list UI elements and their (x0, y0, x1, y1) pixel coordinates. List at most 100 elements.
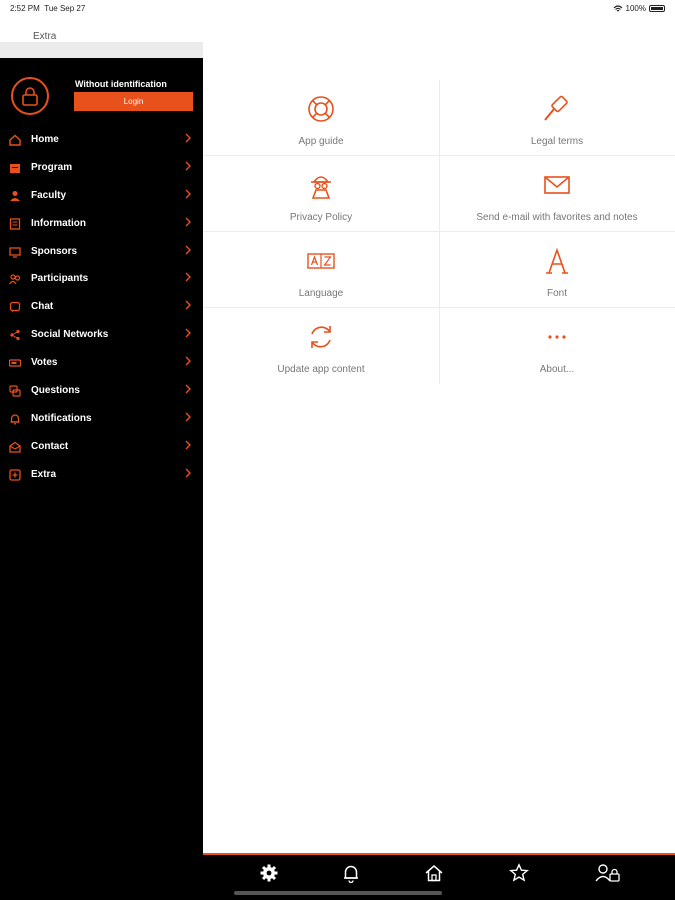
tile-label: Privacy Policy (289, 212, 353, 223)
privacy-icon (311, 176, 331, 199)
info-icon (9, 218, 21, 230)
chevron-right-icon (185, 328, 191, 338)
ellipsis-icon (548, 335, 566, 339)
header-band (0, 42, 203, 58)
sidebar-item-label: Faculty (31, 189, 67, 201)
sidebar-item-label: Program (31, 161, 73, 173)
sidebar-item-notifications[interactable]: Notifications (0, 405, 203, 433)
language-icon (307, 253, 335, 269)
sidebar-item-label: Notifications (31, 412, 92, 424)
gear-icon[interactable] (259, 863, 279, 883)
bell-icon (10, 414, 20, 425)
profile-name: Without identification (75, 79, 167, 89)
tile-label: About... (539, 364, 575, 375)
participants-icon (9, 274, 21, 285)
sidebar-item-label: Social Networks (31, 329, 109, 341)
refresh-icon (311, 326, 331, 348)
chevron-right-icon (185, 412, 191, 422)
sidebar-item-label: Votes (31, 357, 58, 369)
legal-terms-tile[interactable]: Legal terms (439, 80, 675, 156)
font-icon (546, 247, 568, 274)
chevron-right-icon (185, 245, 191, 255)
chevron-right-icon (185, 384, 191, 394)
sidebar-item-social-networks[interactable]: Social Networks (0, 321, 203, 349)
sidebar-item-label: Contact (31, 440, 69, 452)
tile-label: Send e-mail with favorites and notes (476, 212, 638, 223)
sidebar-item-label: Participants (31, 273, 89, 285)
chevron-right-icon (185, 468, 191, 478)
status-bar: 2:52 PM Tue Sep 27 100% (0, 0, 675, 18)
sidebar-item-faculty[interactable]: Faculty (0, 182, 203, 210)
battery-icon (649, 5, 665, 12)
home-indicator[interactable] (234, 891, 442, 895)
tile-label: Legal terms (530, 136, 584, 147)
battery-percent: 100% (625, 4, 646, 13)
tile-label: Language (298, 288, 344, 299)
about-tile[interactable]: About... (439, 308, 675, 384)
app-root: 2:52 PM Tue Sep 27 100% Extra Without id… (0, 0, 675, 900)
chevron-right-icon (185, 189, 191, 199)
person-icon (10, 190, 20, 201)
sidebar-item-label: Extra (31, 468, 57, 480)
questions-icon (9, 385, 21, 397)
chevron-right-icon (185, 133, 191, 143)
home-icon[interactable] (424, 863, 444, 883)
bell-icon[interactable] (341, 863, 361, 883)
sidebar-item-information[interactable]: Information (0, 210, 203, 238)
privacy-policy-tile[interactable]: Privacy Policy (203, 156, 439, 232)
gavel-icon (544, 95, 568, 121)
status-date: Tue Sep 27 (44, 4, 86, 13)
tile-label: Font (546, 288, 567, 299)
profile-section: Without identification Login (0, 58, 203, 124)
sidebar-menu: Home Program Faculty Information Sponsor (0, 126, 203, 489)
update-content-tile[interactable]: Update app content (203, 308, 439, 384)
language-tile[interactable]: Language (203, 232, 439, 308)
chevron-right-icon (185, 217, 191, 227)
sidebar-item-extra[interactable]: Extra (0, 461, 203, 489)
sidebar-item-label: Information (31, 217, 86, 229)
sidebar-item-participants[interactable]: Participants (0, 265, 203, 293)
chat-icon (9, 302, 21, 313)
status-clock: 2:52 PM (10, 4, 40, 13)
star-icon[interactable] (509, 863, 529, 883)
send-email-tile[interactable]: Send e-mail with favorites and notes (439, 156, 675, 232)
status-indicators: 100% (613, 4, 665, 13)
font-tile[interactable]: Font (439, 232, 675, 308)
chevron-right-icon (185, 300, 191, 310)
page-title: Extra (33, 31, 57, 42)
envelope-icon (544, 176, 570, 194)
chevron-right-icon (185, 161, 191, 171)
sidebar: Without identification Login Home Progra… (0, 58, 203, 900)
votes-icon (9, 359, 21, 367)
plus-icon (9, 469, 21, 481)
sidebar-item-questions[interactable]: Questions (0, 377, 203, 405)
sidebar-item-chat[interactable]: Chat (0, 293, 203, 321)
sidebar-item-program[interactable]: Program (0, 154, 203, 182)
tile-label: Update app content (277, 364, 365, 375)
extra-options-grid: App guide Legal terms Privacy Policy Sen… (203, 80, 675, 384)
wifi-icon (613, 4, 622, 11)
chevron-right-icon (185, 272, 191, 282)
tile-label: App guide (298, 136, 344, 147)
sidebar-item-label: Chat (31, 301, 54, 313)
profile-lock-icon[interactable] (595, 863, 621, 883)
login-button[interactable]: Login (74, 92, 193, 111)
status-time: 2:52 PM Tue Sep 27 (10, 4, 85, 13)
app-guide-tile[interactable]: App guide (203, 80, 439, 156)
sidebar-item-home[interactable]: Home (0, 126, 203, 154)
sidebar-item-label: Home (31, 134, 59, 145)
sidebar-item-sponsors[interactable]: Sponsors (0, 238, 203, 266)
sidebar-item-label: Sponsors (31, 245, 78, 257)
sidebar-item-contact[interactable]: Contact (0, 433, 203, 461)
home-icon (9, 134, 21, 146)
calendar-icon (10, 163, 20, 173)
sponsors-icon (9, 246, 21, 258)
sidebar-item-label: Questions (31, 385, 80, 397)
avatar[interactable] (11, 77, 49, 115)
chevron-right-icon (185, 440, 191, 450)
header-strip: Extra (0, 28, 203, 58)
share-icon (10, 330, 20, 341)
sidebar-item-votes[interactable]: Votes (0, 349, 203, 377)
lock-icon (22, 87, 38, 106)
chevron-right-icon (185, 356, 191, 366)
